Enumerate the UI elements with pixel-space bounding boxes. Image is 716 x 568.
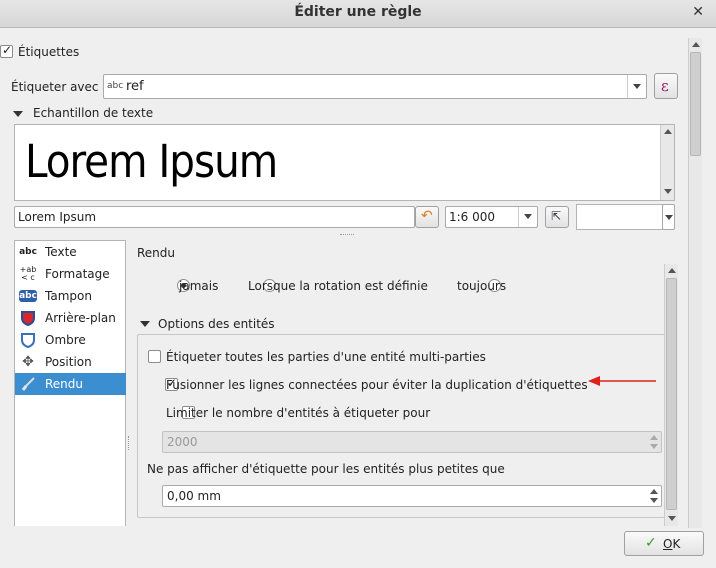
text-abc-icon: abc — [19, 247, 37, 257]
sample-text-value: Lorem Ipsum — [18, 210, 97, 224]
scroll-down-icon[interactable] — [664, 189, 672, 194]
background-color-swatch[interactable] — [576, 204, 663, 230]
label-with-label: Étiqueter avec — [11, 80, 99, 94]
sidebar-item-ombre[interactable]: Ombre — [15, 329, 126, 351]
combo-dropdown[interactable] — [627, 75, 646, 98]
scale-value: 1:6 000 — [449, 210, 496, 224]
close-icon[interactable]: ✕ — [692, 4, 704, 20]
sidebar-item-label: Texte — [45, 245, 77, 259]
undo-icon: ↶ — [421, 208, 433, 224]
feature-options-group: Étiqueter toutes les parties d'une entit… — [137, 334, 665, 518]
scroll-thumb[interactable] — [690, 52, 701, 156]
feature-options-header[interactable]: Options des entités — [158, 317, 275, 331]
reset-sample-button[interactable]: ↶ — [415, 206, 439, 228]
sidebar-item-position[interactable]: ✥ Position — [15, 351, 126, 373]
radio-never-label: jamais — [179, 279, 219, 293]
min-size-label: Ne pas afficher d'étiquette pour les ent… — [147, 462, 505, 476]
collapse-icon[interactable] — [140, 321, 150, 327]
annotation-arrow-icon — [588, 376, 656, 386]
scroll-up-icon[interactable] — [692, 42, 700, 47]
scale-dropdown[interactable] — [518, 207, 537, 227]
label-field-combo[interactable]: abc ref — [103, 74, 647, 99]
sidebar-item-formatage[interactable]: +ab < c Formatage — [15, 263, 126, 285]
position-icon: ✥ — [22, 354, 34, 370]
color-dropdown[interactable] — [662, 204, 675, 230]
scroll-thumb[interactable] — [666, 278, 677, 510]
spin-down-icon[interactable] — [650, 498, 658, 503]
sidebar-item-label: Arrière-plan — [45, 311, 116, 325]
labels-checkbox-label: Étiquettes — [18, 45, 80, 59]
ok-button-label: OK — [663, 537, 680, 551]
formatting-icon: +ab < c — [19, 265, 37, 282]
multipart-checkbox[interactable] — [148, 350, 161, 363]
splitter-handle[interactable] — [128, 436, 131, 450]
expression-button[interactable]: ε — [654, 73, 678, 99]
rendu-heading: Rendu — [137, 246, 176, 260]
shadow-icon — [19, 332, 37, 349]
radio-when-rotation-label: Lorsque la rotation est définie — [248, 279, 428, 293]
sidebar-item-label: Rendu — [45, 377, 84, 391]
sidebar-item-label: Formatage — [45, 267, 110, 281]
scroll-up-icon[interactable] — [664, 129, 672, 134]
scroll-down-icon[interactable] — [668, 516, 676, 521]
buffer-abc-icon: abc — [19, 290, 37, 302]
background-shield-icon — [19, 310, 37, 327]
chevron-down-icon — [665, 215, 673, 220]
min-size-spinbox[interactable]: 0,00 mm — [162, 485, 662, 507]
scale-combo[interactable]: 1:6 000 — [445, 206, 538, 228]
spin-up-icon[interactable] — [650, 489, 658, 494]
limit-features-label: Limiter le nombre d'entités à étiqueter … — [166, 406, 431, 420]
merge-lines-label: Fusionner les lignes connectées pour évi… — [166, 378, 588, 392]
rendu-scrollbar[interactable] — [664, 264, 678, 526]
splitter-handle[interactable] — [340, 234, 354, 237]
min-size-value: 0,00 mm — [167, 489, 221, 503]
check-icon: ✓ — [645, 535, 657, 551]
sidebar-item-label: Tampon — [45, 289, 92, 303]
sidebar-item-label: Position — [45, 355, 92, 369]
ok-button[interactable]: ✓ OK — [624, 531, 704, 556]
sample-header[interactable]: Echantillon de texte — [33, 106, 153, 120]
multipart-label: Étiqueter toutes les parties d'une entit… — [166, 350, 486, 364]
limit-count-spinbox[interactable]: 2000 — [162, 431, 662, 453]
scroll-up-icon[interactable] — [668, 268, 676, 273]
sample-text-input[interactable]: Lorem Ipsum — [14, 206, 415, 228]
spin-down-icon[interactable] — [650, 444, 658, 449]
collapse-icon[interactable] — [13, 111, 23, 117]
sidebar-item-texte[interactable]: abc Texte — [15, 241, 126, 263]
sidebar-item-tampon[interactable]: abc Tampon — [15, 285, 126, 307]
label-field-value: ref — [126, 79, 144, 94]
preview-text: Lorem Ipsum — [25, 135, 278, 188]
preview-scrollbar[interactable] — [660, 125, 674, 200]
pick-scale-button[interactable]: ⇱ — [545, 206, 569, 228]
labels-sidebar: abc Texte +ab < c Formatage abc Tampon A… — [14, 240, 126, 526]
chevron-down-icon — [633, 84, 641, 89]
sidebar-item-arriere-plan[interactable]: Arrière-plan — [15, 307, 126, 329]
dialog-content: Étiquettes Étiqueter avec abc ref ε Echa… — [0, 28, 688, 526]
sidebar-item-label: Ombre — [45, 333, 86, 347]
pointer-icon: ⇱ — [551, 209, 562, 223]
text-preview: Lorem Ipsum — [14, 124, 675, 201]
title-bar: Éditer une règle ✕ — [0, 0, 716, 28]
limit-count-value: 2000 — [167, 435, 198, 449]
ok-rest: K — [672, 537, 681, 551]
labels-checkbox[interactable] — [0, 43, 13, 58]
chevron-down-icon — [524, 214, 532, 219]
spin-up-icon[interactable] — [650, 435, 658, 440]
rendering-brush-icon — [19, 376, 37, 392]
radio-always-label: toujours — [457, 279, 507, 293]
dialog-scrollbar[interactable] — [688, 38, 702, 528]
expression-icon: ε — [661, 77, 669, 95]
field-type-icon: abc — [107, 81, 124, 91]
sidebar-item-rendu[interactable]: Rendu — [15, 373, 126, 395]
window-title: Éditer une règle — [294, 4, 422, 20]
